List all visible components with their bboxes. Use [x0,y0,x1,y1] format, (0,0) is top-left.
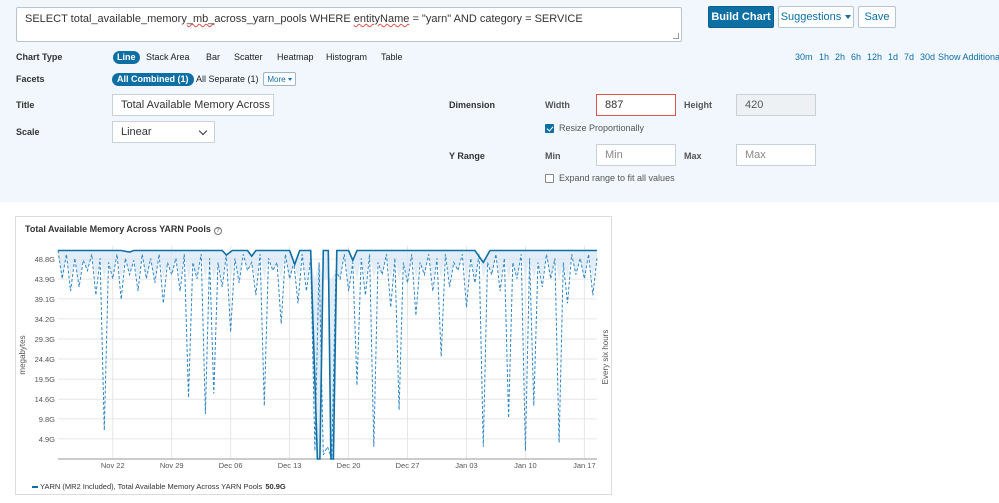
y-tick-label: 19.5G [35,375,56,384]
width-input[interactable]: 887 [596,94,676,116]
y-axis-label: megabytes [18,335,27,374]
chart-type-histogram[interactable]: Histogram [322,51,371,64]
query-text-spellcheck-2: entityName [353,13,410,25]
facets-more-button[interactable]: More [263,72,296,86]
chart-legend: YARN (MR2 Included), Total Available Mem… [32,482,286,491]
y-tick-label: 29.3G [35,335,56,344]
chart-type-heatmap[interactable]: Heatmap [273,51,318,64]
facet-all-combined[interactable]: All Combined (1) [112,73,194,86]
width-label: Width [545,100,570,110]
caret-down-icon [287,77,292,81]
y-max-input[interactable]: Max [736,144,816,166]
expand-range-checkbox[interactable] [545,174,554,183]
scale-select[interactable]: Linear [112,121,215,143]
title-input[interactable]: Total Available Memory Across YA [112,94,274,116]
chart-type-label: Chart Type [16,52,63,62]
dimension-label: Dimension [449,100,496,110]
facets-label: Facets [16,74,45,84]
chart-builder-panel: SELECT total_available_memory_mb_across_… [0,0,999,202]
line-chart: 4.9G 9.8G 14.6G 19.5G 24.4G 29.3G 34.2G 39.1G 43… [18,246,610,470]
query-textarea[interactable]: SELECT total_available_memory_mb_across_… [16,7,682,42]
query-text-suffix: = "yarn" AND category = SERVICE [409,13,583,25]
facet-all-separate[interactable]: All Separate (1) [191,73,264,86]
y-tick-label: 24.4G [35,355,56,364]
height-input[interactable]: 420 [736,94,816,116]
resize-proportionally-checkbox[interactable] [545,124,554,133]
scale-label: Scale [16,127,40,137]
time-range-30d[interactable]: 30d [920,52,935,62]
time-range-7d[interactable]: 7d [904,52,914,62]
facets-more-label: More [267,74,286,84]
chart-type-scatter[interactable]: Scatter [230,51,267,64]
chart-type-bar[interactable]: Bar [202,51,224,64]
x-tick-label: Jan 17 [573,461,596,470]
interval-label: Every six hours [601,330,610,385]
chart-type-table[interactable]: Table [377,51,407,64]
chart-card: Total Available Memory Across YARN Pools… [15,216,612,495]
chart-type-line[interactable]: Line [113,51,140,64]
suggestions-label: Suggestions [780,11,842,23]
time-range-12h[interactable]: 12h [867,52,882,62]
caret-down-icon [845,15,852,19]
time-range-6h[interactable]: 6h [851,52,861,62]
x-tick-label: Nov 22 [101,461,125,470]
y-tick-label: 43.9G [35,275,56,284]
y-tick-label: 9.8G [39,415,55,424]
query-text-spellcheck-1: _mb_ [186,13,215,25]
time-range-2h[interactable]: 2h [835,52,845,62]
x-tick-label: Nov 29 [160,461,184,470]
scale-select-value: Linear [121,126,152,138]
chart-type-stack-area[interactable]: Stack Area [142,51,194,64]
time-range-1h[interactable]: 1h [819,52,829,62]
time-range-1d[interactable]: 1d [888,52,898,62]
x-tick-label: Dec 13 [278,461,302,470]
query-text-prefix: SELECT total_available_memory [25,13,187,25]
y-range-label: Y Range [449,151,485,161]
y-tick-label: 4.9G [39,435,55,444]
x-tick-label: Dec 20 [337,461,361,470]
x-tick-label: Dec 27 [396,461,420,470]
x-tick-label: Jan 10 [514,461,537,470]
build-chart-button[interactable]: Build Chart [708,6,774,28]
y-tick-label: 48.8G [35,255,56,264]
chevron-down-icon [198,126,208,135]
legend-series-value: 50.9G [265,482,286,491]
y-min-input[interactable]: Min [596,144,676,166]
x-tick-label: Dec 06 [219,461,243,470]
resize-grip-icon[interactable] [673,33,679,39]
series-min-line [57,250,598,460]
show-additional-link[interactable]: Show Additional [938,52,999,62]
query-text-middle: across_yarn_pools WHERE [214,13,354,25]
legend-swatch [32,485,38,488]
suggestions-button[interactable]: Suggestions [778,6,854,28]
title-label: Title [16,100,35,110]
time-range-30m[interactable]: 30m [795,52,813,62]
resize-proportionally-label: Resize Proportionally [559,123,645,133]
legend-series-label: YARN (MR2 Included), Total Available Mem… [40,482,263,491]
x-tick-label: Jan 03 [455,461,478,470]
height-label: Height [684,100,712,110]
y-tick-label: 39.1G [35,295,56,304]
y-tick-label: 14.6G [35,395,56,404]
min-label: Min [545,151,561,161]
max-label: Max [684,151,702,161]
y-tick-label: 34.2G [35,315,56,324]
expand-range-label: Expand range to fit all values [559,173,675,183]
save-button[interactable]: Save [858,6,896,28]
